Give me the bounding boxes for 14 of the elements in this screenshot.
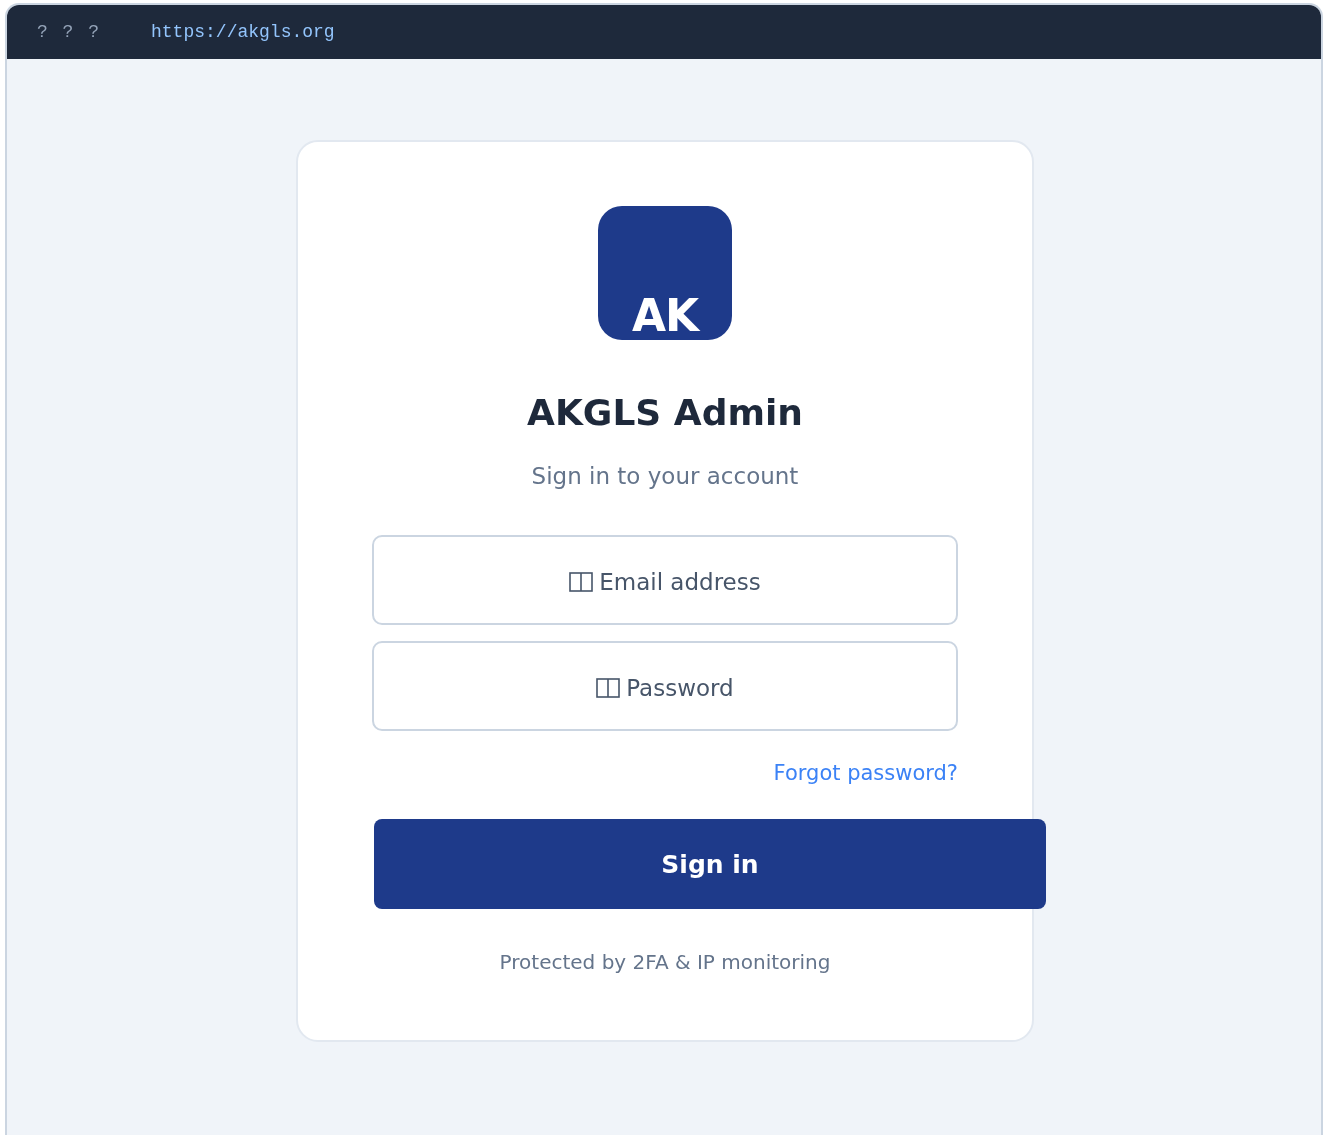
window-controls[interactable]: ? ? ?: [37, 22, 101, 42]
logo-icon: AK: [598, 206, 732, 340]
placeholder-glyph-icon: [596, 678, 621, 698]
subtitle: Sign in to your account: [531, 463, 799, 489]
input-field[interactable]: Email address: [372, 535, 958, 625]
text-input[interactable]: Password: [626, 675, 734, 701]
text-input[interactable]: Email address: [599, 569, 761, 595]
placeholder-glyph-icon: [569, 572, 594, 592]
app-title: AKGLS Admin: [527, 392, 803, 433]
security-note: Protected by 2FA & IP monitoring: [499, 950, 831, 974]
url-text: https://akgls.org: [151, 22, 335, 42]
sign-in-button[interactable]: Sign in: [374, 819, 1046, 909]
forgot-password-link[interactable]: Forgot password?: [773, 761, 958, 785]
input-field[interactable]: Password: [372, 641, 958, 731]
